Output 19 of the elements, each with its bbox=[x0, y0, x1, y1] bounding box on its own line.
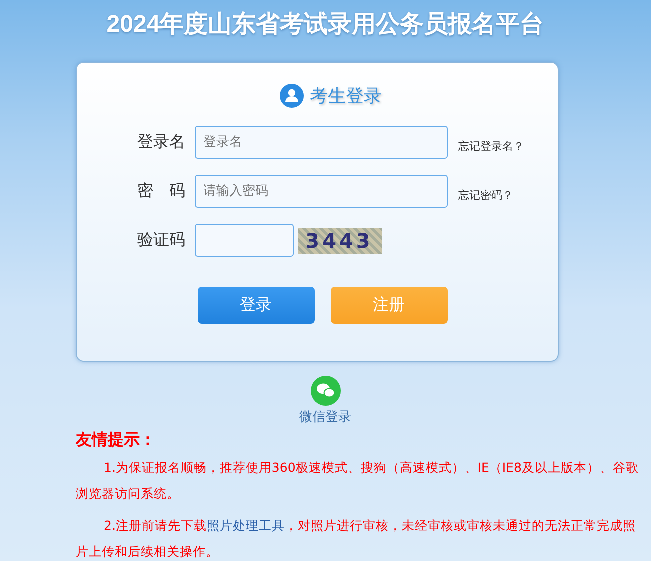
tip-text: 2.注册前请先下载照片处理工具，对照片进行审核，未经审核或审核未通过的无法正常完成照片上传和后续相关操作。 bbox=[76, 517, 637, 561]
field-label: 验证码 bbox=[138, 230, 186, 251]
tool-link[interactable]: 照片处理工具 bbox=[206, 518, 285, 533]
forgot-link[interactable]: 忘记登录名？ bbox=[458, 139, 524, 154]
wechat-login-link[interactable]: 微信登录 bbox=[300, 408, 352, 426]
wechat-icon[interactable] bbox=[310, 376, 340, 406]
input-field[interactable]: 登录名 bbox=[194, 126, 448, 159]
input-field[interactable] bbox=[194, 224, 294, 257]
captcha-image[interactable]: 3443 bbox=[298, 228, 382, 254]
field-label: 密 码 bbox=[138, 181, 186, 202]
tip-text: 1.为保证报名顺畅，推荐使用360极速模式、搜狗（高速模式）、IE（IE8及以上版本）、谷歌浏览器访问系统。 bbox=[76, 459, 639, 503]
field-label: 登录名 bbox=[138, 132, 186, 153]
page-title: 2024年度山东省考试录用公务员报名平台 bbox=[106, 10, 544, 40]
login-button[interactable]: 登录 bbox=[198, 287, 314, 324]
tips-title: 友情提示： bbox=[76, 430, 157, 451]
input-field[interactable]: 请输入密码 bbox=[194, 175, 448, 208]
login-heading: 考生登录 bbox=[310, 85, 382, 108]
user-icon bbox=[280, 84, 304, 108]
forgot-link[interactable]: 忘记密码？ bbox=[458, 188, 514, 203]
